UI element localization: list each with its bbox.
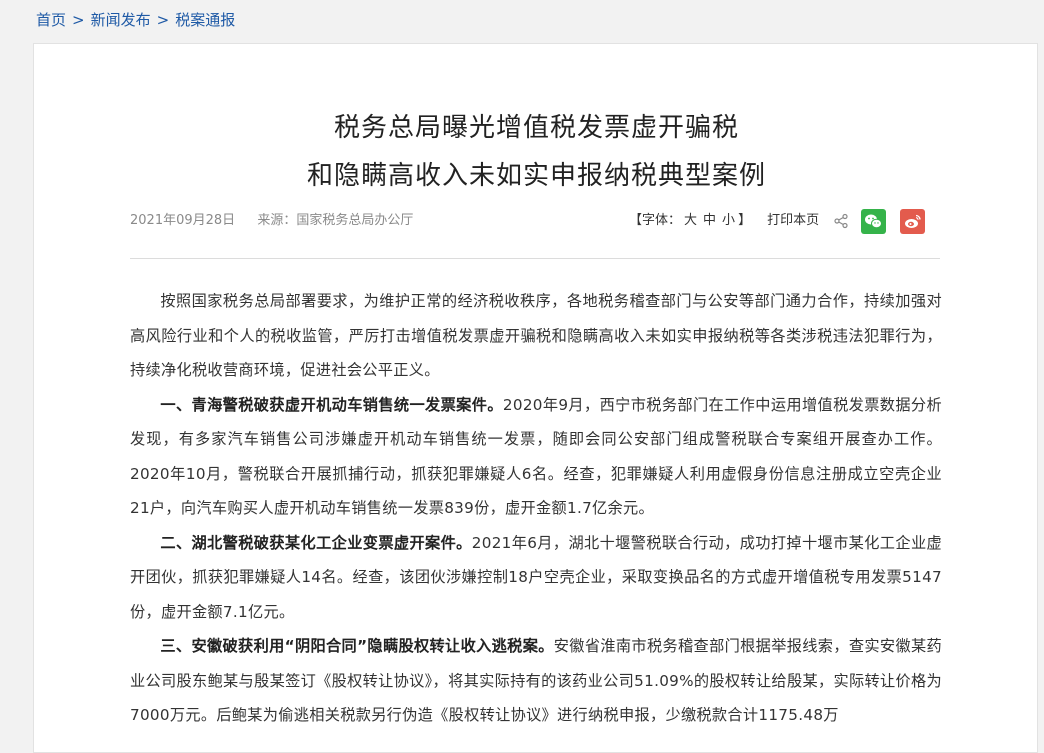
font-medium-button[interactable]: 中	[703, 208, 716, 234]
paragraph-heading: 二、湖北警税破获某化工企业变票虚开案件。	[160, 533, 472, 552]
article-tools: 【字体： 大 中 小 】 打印本页	[629, 208, 926, 234]
breadcrumb-tax-cases[interactable]: 税案通报	[175, 11, 235, 29]
article-content: 按照国家税务总局部署要求，为维护正常的经济税收秩序，各地税务稽查部门与公安等部门…	[130, 284, 942, 733]
print-button[interactable]: 打印本页	[767, 208, 819, 234]
font-small-button[interactable]: 小	[722, 208, 735, 234]
font-size-label-open: 【字体：	[629, 213, 682, 228]
paragraph-case-2: 二、湖北警税破获某化工企业变票虚开案件。2021年6月，湖北十堰警税联合行动，成…	[130, 526, 942, 630]
wechat-icon[interactable]	[861, 208, 887, 234]
breadcrumb-home[interactable]: 首页	[36, 11, 66, 29]
share-icon[interactable]	[833, 213, 849, 229]
weibo-icon[interactable]	[900, 208, 926, 234]
title-line-2: 和隐瞒高收入未如实申报纳税典型案例	[306, 161, 766, 191]
publish-date: 2021年09月28日	[130, 213, 236, 228]
paragraph-heading: 三、安徽破获利用“阴阳合同”隐瞒股权转让收入逃税案。	[160, 637, 554, 655]
title-line-1: 税务总局曝光增值税发票虚开骗税	[333, 113, 739, 143]
breadcrumb-news[interactable]: 新闻发布	[91, 11, 151, 29]
breadcrumb-separator: >	[156, 11, 170, 29]
divider	[130, 258, 940, 259]
breadcrumb: 首页 > 新闻发布 > 税案通报	[36, 10, 235, 30]
paragraph-heading: 一、青海警税破获虚开机动车销售统一发票案件。	[160, 395, 503, 414]
article-meta: 2021年09月28日 来源：国家税务总局办公厅	[130, 211, 431, 231]
article-source: 来源：国家税务总局办公厅	[257, 213, 414, 228]
breadcrumb-separator: >	[72, 11, 85, 29]
font-size-label-close: 】	[738, 213, 752, 228]
paragraph-case-3: 三、安徽破获利用“阴阳合同”隐瞒股权转让收入逃税案。安徽省淮南市税务稽查部门根据…	[130, 629, 942, 733]
page-title: 税务总局曝光增值税发票虚开骗税 和隐瞒高收入未如实申报纳税典型案例	[34, 104, 1039, 200]
font-large-button[interactable]: 大	[684, 208, 697, 234]
paragraph-text: 按照国家税务总局部署要求，为维护正常的经济税收秩序，各地税务稽查部门与公安等部门…	[130, 292, 942, 379]
article-panel: 税务总局曝光增值税发票虚开骗税 和隐瞒高收入未如实申报纳税典型案例 2021年0…	[33, 43, 1038, 753]
paragraph-case-1: 一、青海警税破获虚开机动车销售统一发票案件。2020年9月，西宁市税务部门在工作…	[130, 388, 942, 526]
paragraph-intro: 按照国家税务总局部署要求，为维护正常的经济税收秩序，各地税务稽查部门与公安等部门…	[130, 284, 942, 388]
